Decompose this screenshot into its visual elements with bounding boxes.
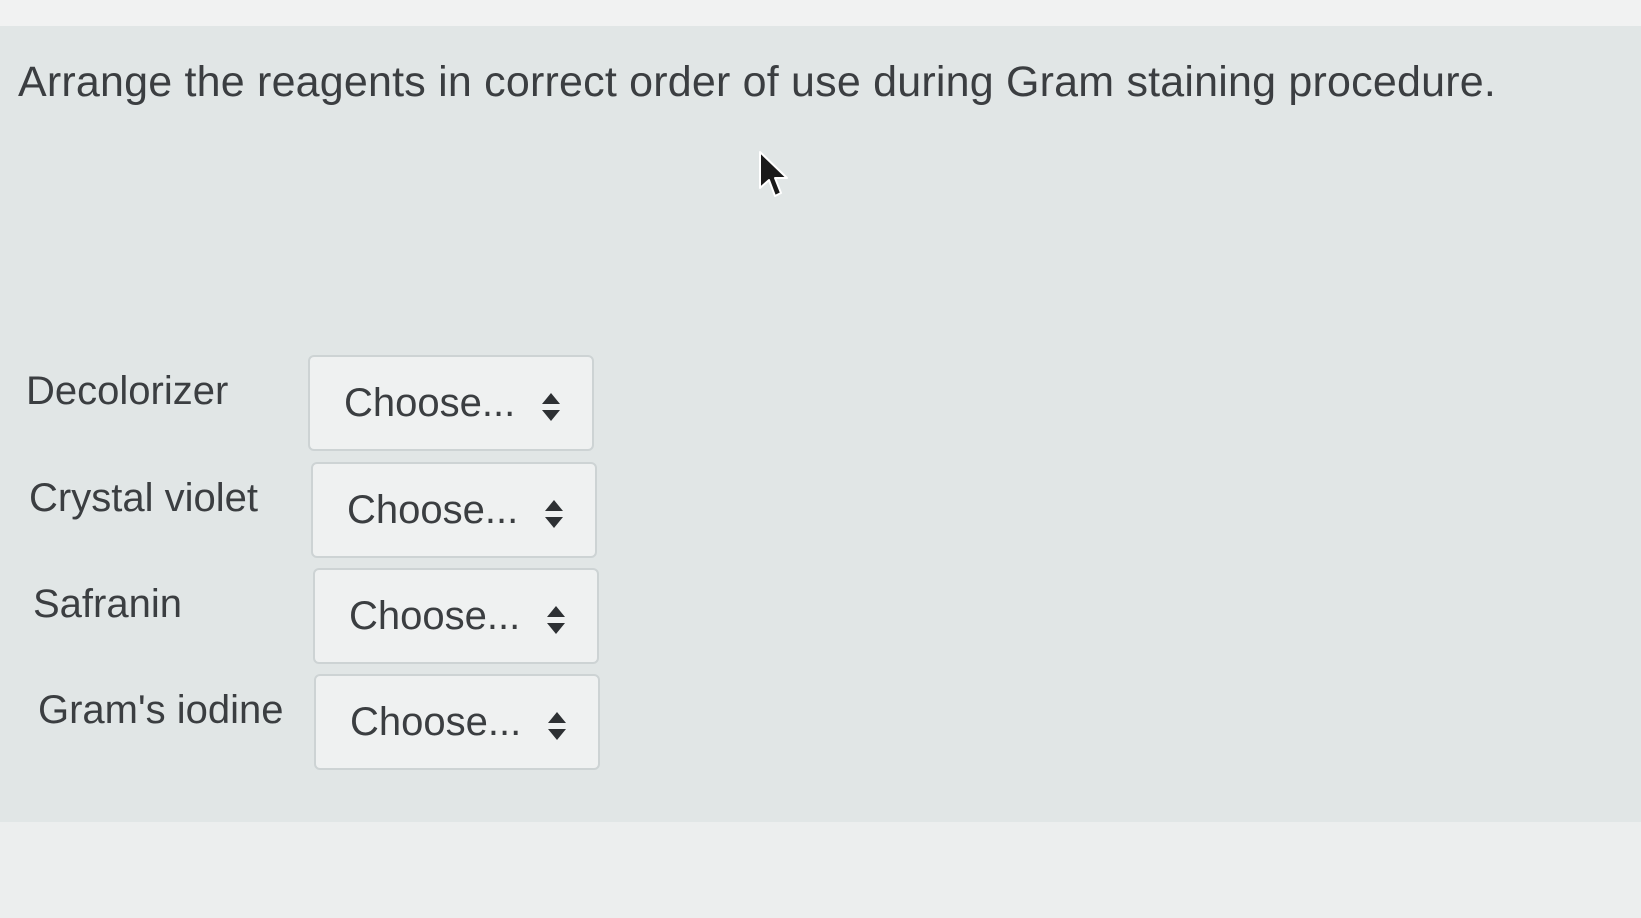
top-strip — [0, 0, 1641, 26]
bottom-strip — [0, 822, 1641, 918]
match-row-safranin: Safranin Choose... — [33, 568, 613, 666]
mouse-pointer-icon — [759, 151, 788, 197]
select-value: Choose... — [350, 700, 522, 744]
sort-updown-icon — [542, 393, 560, 421]
question-text: Arrange the reagents in correct order of… — [18, 58, 1496, 106]
reagent-label: Gram's iodine — [38, 688, 284, 732]
order-select[interactable]: Choose... — [314, 674, 600, 770]
select-value: Choose... — [349, 594, 521, 638]
select-value: Choose... — [344, 381, 516, 425]
order-select[interactable]: Choose... — [308, 355, 594, 451]
match-row-crystal-violet: Crystal violet Choose... — [29, 462, 609, 560]
order-select[interactable]: Choose... — [313, 568, 599, 664]
select-value: Choose... — [347, 488, 519, 532]
reagent-label: Crystal violet — [29, 476, 258, 520]
sort-updown-icon — [545, 500, 563, 528]
sort-updown-icon — [548, 712, 566, 740]
match-row-decolorizer: Decolorizer Choose... — [26, 355, 606, 453]
match-row-grams-iodine: Gram's iodine Choose... — [38, 674, 618, 772]
reagent-label: Safranin — [33, 582, 182, 626]
order-select[interactable]: Choose... — [311, 462, 597, 558]
sort-updown-icon — [547, 606, 565, 634]
reagent-label: Decolorizer — [26, 369, 229, 413]
